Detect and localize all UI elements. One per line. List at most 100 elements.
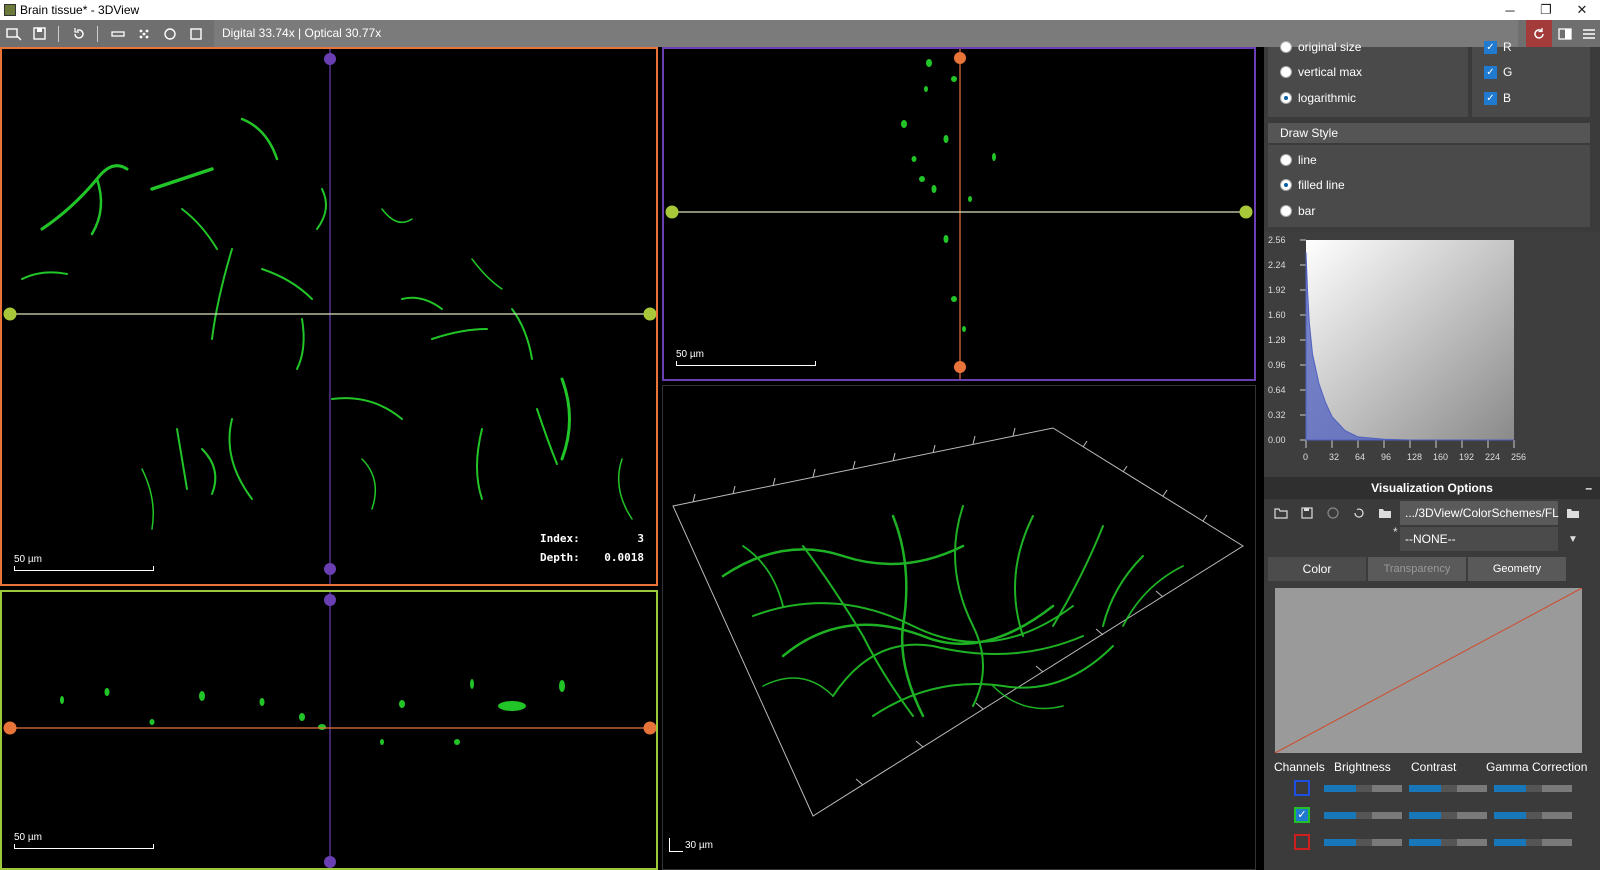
xz-viewport[interactable]: 50 µm [0, 590, 658, 870]
channel-slider[interactable] [1494, 839, 1572, 846]
radio-dot [1280, 154, 1292, 166]
channel-toggle[interactable]: ✓ [1294, 807, 1310, 823]
check-icon: ✓ [1484, 65, 1497, 79]
radio-vertical-max[interactable]: vertical max [1280, 65, 1362, 79]
scale-line [14, 566, 154, 571]
y-tick-label: 1.92 [1268, 285, 1286, 295]
scale-line [676, 361, 816, 366]
slider-fill [1494, 785, 1526, 792]
check-icon: ✓ [1484, 91, 1497, 105]
channel-slider[interactable] [1409, 839, 1487, 846]
channel-slider[interactable] [1324, 839, 1402, 846]
slider-track [1542, 839, 1572, 846]
yz-viewport[interactable]: 50 µm [662, 47, 1256, 381]
slider-track [1542, 785, 1572, 792]
channel-slider[interactable] [1324, 785, 1402, 792]
y-tick-label: 1.60 [1268, 310, 1286, 320]
close-button[interactable]: ✕ [1564, 2, 1600, 18]
checkbox-b[interactable]: ✓ B [1484, 91, 1511, 105]
slider-fill [1494, 812, 1526, 819]
open-folder-icon[interactable] [1270, 502, 1292, 524]
slider-gap [1526, 839, 1542, 846]
menu-icon[interactable] [1576, 20, 1600, 47]
radio-dot-selected [1280, 179, 1292, 191]
plot-area [1306, 240, 1514, 440]
radio-dot [1280, 205, 1292, 217]
ruler-icon[interactable] [106, 23, 130, 45]
square-icon[interactable] [184, 23, 208, 45]
collapse-button[interactable]: – [1585, 477, 1592, 499]
scale-label: 50 µm [14, 554, 42, 565]
restore-button[interactable]: ❐ [1528, 2, 1564, 18]
radio-label: vertical max [1298, 65, 1363, 79]
checkbox-r[interactable]: ✓ R [1484, 40, 1512, 54]
radio-line[interactable]: line [1280, 153, 1317, 167]
channel-slider[interactable] [1494, 785, 1572, 792]
index-value: 3 [637, 532, 644, 545]
xy-viewport[interactable]: 50 µm Index: 3 Depth: 0.0018 [0, 47, 658, 586]
x-tick-label: 32 [1329, 452, 1339, 462]
visualization-options-title: Visualization Options [1371, 481, 1493, 495]
preset-dropdown-icon[interactable]: ▼ [1562, 528, 1584, 550]
circle-icon[interactable] [158, 23, 182, 45]
browse-folder-icon[interactable] [1562, 502, 1584, 524]
modified-marker: * [1393, 525, 1398, 539]
y-tick-label: 0.64 [1268, 385, 1286, 395]
slider-fill [1409, 812, 1441, 819]
right-panel: original size vertical max logarithmic ✓… [1264, 40, 1600, 870]
slider-gap [1356, 785, 1372, 792]
channel-toggle[interactable] [1294, 834, 1310, 850]
radio-label: bar [1298, 204, 1316, 218]
channel-slider[interactable] [1409, 812, 1487, 819]
volume-viewport[interactable]: 30 µm [662, 385, 1256, 870]
tab-geometry[interactable]: Geometry [1468, 557, 1566, 581]
checkbox-g[interactable]: ✓ G [1484, 65, 1512, 79]
tab-transparency[interactable]: Transparency [1368, 557, 1466, 581]
radio-label: logarithmic [1298, 91, 1357, 105]
save-icon[interactable] [28, 23, 52, 45]
save-scheme-icon[interactable] [1296, 502, 1318, 524]
radio-logarithmic[interactable]: logarithmic [1280, 91, 1356, 105]
points-icon[interactable] [132, 23, 156, 45]
radio-label: original size [1298, 40, 1362, 54]
palette-icon[interactable] [1322, 502, 1344, 524]
color-scheme-path[interactable]: .../3DView/ColorSchemes/FL [1400, 501, 1559, 525]
color-transfer-curve[interactable] [1274, 587, 1583, 754]
import-icon[interactable] [1374, 502, 1396, 524]
reset-icon[interactable] [67, 23, 91, 45]
scale-bar: 50 µm [676, 349, 816, 366]
minimize-button[interactable]: ─ [1492, 3, 1528, 18]
undo-icon[interactable] [1348, 502, 1370, 524]
channel-slider[interactable] [1324, 812, 1402, 819]
select-icon[interactable] [2, 23, 26, 45]
x-tick-label: 160 [1433, 452, 1448, 462]
column-brightness: Brightness [1334, 760, 1391, 774]
radio-filled-line[interactable]: filled line [1280, 178, 1345, 192]
slider-fill [1494, 839, 1526, 846]
channel-slider[interactable] [1409, 785, 1487, 792]
y-tick-label: 0.00 [1268, 435, 1286, 445]
slider-gap [1356, 839, 1372, 846]
refresh-icon[interactable] [1526, 20, 1552, 47]
preset-select[interactable]: --NONE-- [1400, 527, 1558, 551]
checkbox-label: B [1503, 91, 1512, 105]
layout-icon[interactable] [1552, 20, 1578, 47]
depth-value: 0.0018 [604, 551, 644, 564]
y-tick-label: 2.56 [1268, 235, 1286, 245]
index-label: Index: [540, 532, 580, 545]
radio-original-size[interactable]: original size [1280, 40, 1361, 54]
slider-fill [1324, 812, 1356, 819]
channel-toggle[interactable] [1294, 780, 1310, 796]
scale-bar: 50 µm [14, 832, 154, 849]
channel-slider[interactable] [1494, 812, 1572, 819]
x-tick-label: 224 [1485, 452, 1500, 462]
tab-color[interactable]: Color [1268, 557, 1366, 581]
x-tick-label: 128 [1407, 452, 1422, 462]
y-tick-label: 1.28 [1268, 335, 1286, 345]
slider-track [1372, 785, 1402, 792]
y-tick-label: 0.32 [1268, 410, 1286, 420]
scale-label: 50 µm [14, 832, 42, 843]
radio-bar[interactable]: bar [1280, 204, 1315, 218]
scale-label: 30 µm [685, 839, 713, 851]
radio-dot [1280, 66, 1292, 78]
